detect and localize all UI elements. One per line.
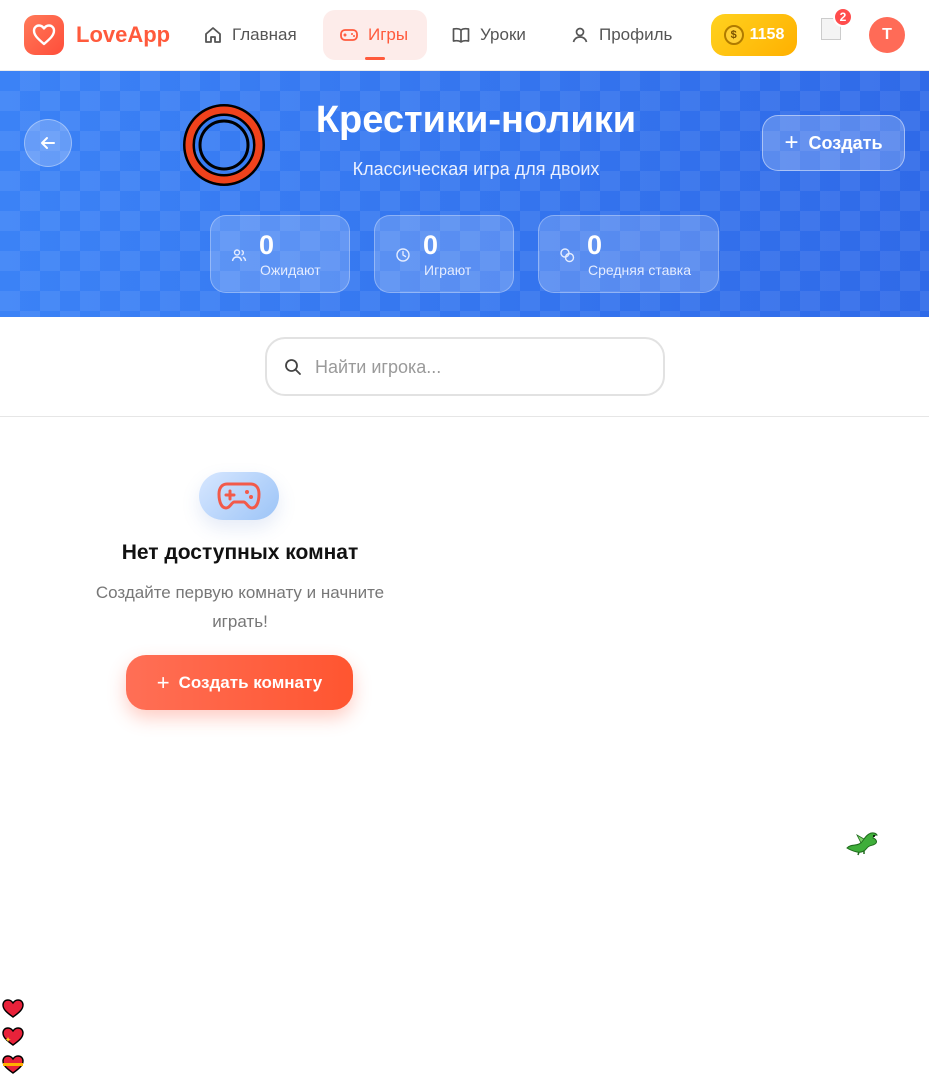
back-button[interactable] bbox=[24, 119, 72, 167]
heart-logo-icon bbox=[24, 15, 64, 55]
heart-ribbon-icon bbox=[2, 1055, 24, 1074]
user-icon bbox=[572, 27, 588, 43]
nav-item-lessons[interactable]: Уроки bbox=[435, 10, 542, 60]
logo[interactable]: LoveApp bbox=[24, 15, 170, 55]
circle-o-icon bbox=[183, 104, 265, 186]
coins-icon bbox=[560, 248, 575, 263]
gamepad-icon bbox=[340, 29, 358, 41]
home-icon bbox=[205, 27, 221, 43]
gamepad-icon bbox=[199, 472, 279, 520]
game-title: Крестики-нолики bbox=[315, 99, 637, 141]
game-hero: Крестики-нолики Классическая игра для дв… bbox=[0, 71, 929, 317]
search-input[interactable] bbox=[315, 353, 645, 381]
active-indicator bbox=[365, 57, 385, 60]
stat-waiting-value: 0 bbox=[259, 230, 275, 260]
create-room-label: Создать комнату bbox=[178, 672, 323, 692]
nav-label-lessons: Уроки bbox=[480, 25, 526, 44]
stat-average-bet-label: Средняя ставка bbox=[588, 262, 692, 278]
book-icon bbox=[452, 27, 470, 43]
empty-state-title: Нет доступных комнат bbox=[121, 541, 359, 564]
clock-icon bbox=[396, 248, 410, 262]
create-button-label: Создать bbox=[808, 132, 883, 153]
avatar[interactable]: T bbox=[869, 17, 905, 53]
nav-item-games[interactable]: Игры bbox=[323, 10, 427, 60]
stat-playing-label: Играют bbox=[424, 262, 472, 278]
stat-waiting-label: Ожидают bbox=[260, 262, 321, 278]
plus-icon: + bbox=[156, 669, 170, 695]
dragon-icon bbox=[846, 832, 878, 856]
users-icon bbox=[231, 249, 247, 262]
nav-label-profile: Профиль bbox=[599, 25, 673, 44]
plus-icon: + bbox=[784, 129, 799, 156]
notification-badge: 2 bbox=[833, 7, 853, 27]
search-icon bbox=[285, 359, 301, 375]
game-subtitle: Классическая игра для двоих bbox=[352, 159, 600, 179]
stat-playing-value: 0 bbox=[423, 230, 439, 260]
coin-balance[interactable]: $ 1158 bbox=[711, 14, 797, 56]
arrow-left-icon bbox=[41, 137, 55, 149]
stat-average-bet-value: 0 bbox=[587, 230, 603, 260]
brand-name: LoveApp bbox=[76, 22, 171, 47]
nav-item-profile[interactable]: Профиль bbox=[554, 10, 688, 60]
nav-label-games: Игры bbox=[368, 25, 409, 44]
create-room-button[interactable]: + Создать комнату bbox=[126, 655, 353, 710]
heart-sparkle-icon bbox=[2, 1027, 24, 1046]
heart-icon bbox=[2, 999, 24, 1018]
reaction-stickers bbox=[2, 999, 24, 1083]
coin-count: 1158 bbox=[749, 26, 785, 43]
coin-bag-icon: $ bbox=[723, 25, 744, 45]
empty-state-description: Создайте первую комнату и начните играть… bbox=[95, 583, 385, 631]
search-box[interactable] bbox=[265, 337, 665, 396]
create-button[interactable]: + Создать bbox=[762, 115, 905, 171]
nav-label-home: Главная bbox=[232, 25, 297, 44]
stat-playing: 0 Играют bbox=[374, 215, 514, 293]
stat-average-bet: 0 Средняя ставка bbox=[538, 215, 719, 293]
nav-item-home[interactable]: Главная bbox=[187, 10, 313, 60]
stat-waiting: 0 Ожидают bbox=[210, 215, 350, 293]
top-navigation: LoveApp Главная Игры Уроки Профиль $ 115… bbox=[0, 0, 929, 71]
search-section bbox=[0, 317, 929, 417]
